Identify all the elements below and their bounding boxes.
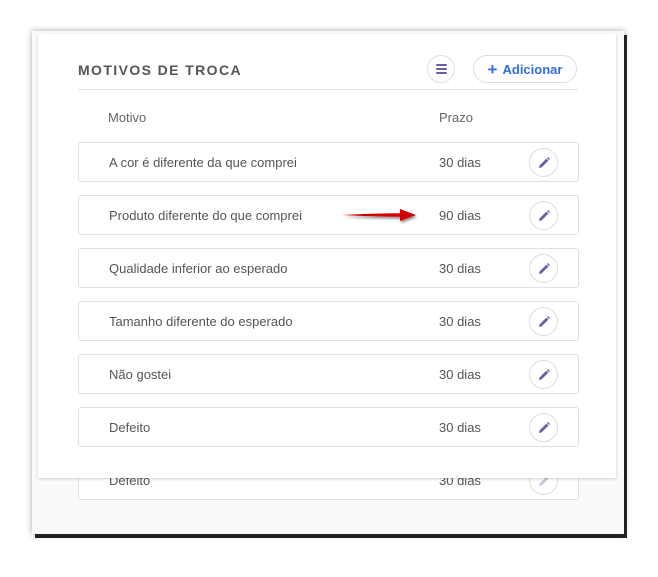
- edit-button[interactable]: [529, 307, 558, 336]
- row-motivo: A cor é diferente da que comprei: [109, 155, 297, 170]
- pencil-icon: [538, 156, 550, 168]
- row-prazo: 30 dias: [439, 314, 481, 329]
- page-title: MOTIVOS DE TROCA: [78, 62, 242, 78]
- edit-button[interactable]: [529, 413, 558, 442]
- menu-icon: [436, 64, 447, 66]
- row-prazo: 30 dias: [439, 367, 481, 382]
- edit-button[interactable]: [529, 360, 558, 389]
- table-row: Defeito 30 dias: [78, 407, 579, 447]
- row-motivo: Produto diferente do que comprei: [109, 208, 302, 223]
- column-header-motivo: Motivo: [108, 110, 147, 125]
- table-row: Tamanho diferente do esperado 30 dias: [78, 301, 579, 341]
- add-button-label: Adicionar: [502, 61, 563, 77]
- table-row: Produto diferente do que comprei 90 dias: [78, 195, 579, 235]
- plus-icon: +: [487, 59, 498, 79]
- add-button[interactable]: + Adicionar: [473, 55, 577, 83]
- row-prazo: 30 dias: [439, 420, 481, 435]
- row-motivo: Tamanho diferente do esperado: [109, 314, 293, 329]
- pencil-icon: [538, 209, 550, 221]
- row-prazo: 30 dias: [439, 155, 481, 170]
- red-arrow-icon: [342, 209, 416, 221]
- pencil-icon: [538, 262, 550, 274]
- row-motivo: Qualidade inferior ao esperado: [109, 261, 288, 276]
- edit-button[interactable]: [529, 148, 558, 177]
- row-motivo: Não gostei: [109, 367, 172, 382]
- row-prazo: 90 dias: [439, 208, 481, 223]
- edit-button[interactable]: [529, 254, 558, 283]
- row-motivo: Defeito: [109, 420, 151, 435]
- menu-button[interactable]: [427, 55, 455, 83]
- table-row: Não gostei 30 dias: [78, 354, 579, 394]
- pencil-icon: [538, 421, 550, 433]
- edit-button[interactable]: [529, 201, 558, 230]
- table-row: A cor é diferente da que comprei 30 dias: [78, 142, 579, 182]
- column-header-prazo: Prazo: [439, 110, 473, 125]
- pencil-icon: [538, 315, 550, 327]
- pencil-icon: [538, 368, 550, 380]
- divider: [78, 89, 578, 90]
- row-prazo: 30 dias: [439, 261, 481, 276]
- table-row: Qualidade inferior ao esperado 30 dias: [78, 248, 579, 288]
